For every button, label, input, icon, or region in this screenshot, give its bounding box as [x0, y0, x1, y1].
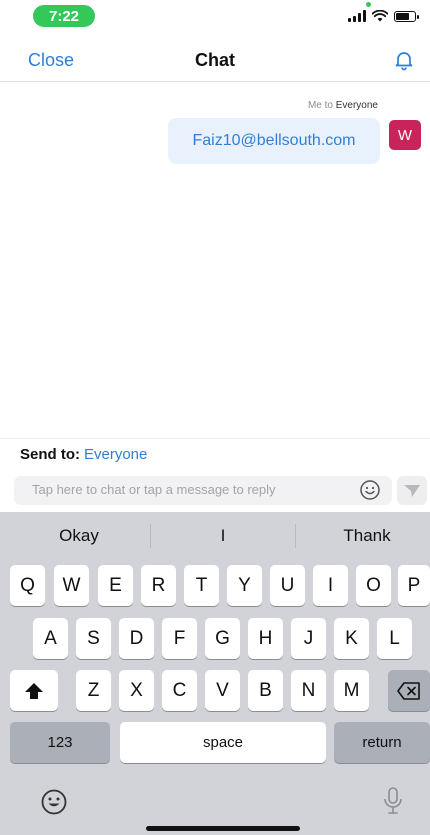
delete-key[interactable] — [388, 670, 430, 711]
key-d[interactable]: D — [119, 618, 154, 659]
send-to-label: Send to: — [20, 446, 80, 463]
message-meta: Me to Everyone — [308, 100, 378, 111]
key-s[interactable]: S — [76, 618, 111, 659]
suggestion-divider — [295, 524, 296, 548]
key-m[interactable]: M — [334, 670, 369, 711]
suggestion-thank[interactable]: Thank — [302, 526, 430, 546]
page-title: Chat — [195, 50, 235, 70]
status-bar: 7:22 — [0, 0, 430, 34]
avatar: W — [389, 120, 421, 150]
composer: Send to: Everyone Tap here to chat or tap… — [0, 438, 430, 512]
status-time: 7:22 — [33, 5, 95, 27]
cellular-signal-icon — [348, 10, 366, 22]
send-to-row: Send to: Everyone — [20, 446, 147, 463]
smiley-icon[interactable] — [359, 479, 381, 501]
shift-icon — [25, 682, 43, 699]
numbers-key[interactable]: 123 — [10, 722, 110, 763]
delete-icon — [397, 681, 420, 700]
key-v[interactable]: V — [205, 670, 240, 711]
send-arrow-icon — [404, 484, 420, 497]
key-i[interactable]: I — [313, 565, 348, 606]
key-g[interactable]: G — [205, 618, 240, 659]
key-f[interactable]: F — [162, 618, 197, 659]
key-c[interactable]: C — [162, 670, 197, 711]
key-y[interactable]: Y — [227, 565, 262, 606]
key-a[interactable]: A — [33, 618, 68, 659]
key-b[interactable]: B — [248, 670, 283, 711]
wifi-icon — [372, 10, 388, 22]
message-bubble[interactable]: Faiz10@bellsouth.com — [168, 118, 380, 164]
message-recipient: Everyone — [335, 100, 378, 111]
message-list[interactable]: Me to Everyone Faiz10@bellsouth.com W — [0, 83, 430, 438]
key-x[interactable]: X — [119, 670, 154, 711]
suggestion-divider — [150, 524, 151, 548]
send-to-target[interactable]: Everyone — [84, 446, 147, 463]
key-u[interactable]: U — [270, 565, 305, 606]
key-w[interactable]: W — [54, 565, 89, 606]
home-indicator[interactable] — [146, 826, 300, 831]
shift-key[interactable] — [10, 670, 58, 711]
battery-icon — [394, 10, 419, 22]
key-o[interactable]: O — [356, 565, 391, 606]
status-icons — [348, 10, 419, 22]
key-k[interactable]: K — [334, 618, 369, 659]
bell-icon[interactable] — [392, 48, 416, 72]
key-q[interactable]: Q — [10, 565, 45, 606]
emoji-icon[interactable] — [40, 788, 68, 816]
return-key[interactable]: return — [334, 722, 430, 763]
keyboard: Okay I Thank Q W E R T Y U I O P A S D F… — [0, 512, 430, 835]
key-r[interactable]: R — [141, 565, 176, 606]
space-key[interactable]: space — [120, 722, 326, 763]
key-j[interactable]: J — [291, 618, 326, 659]
message-sender: Me to — [307, 100, 333, 111]
key-n[interactable]: N — [291, 670, 326, 711]
suggestion-i[interactable]: I — [158, 526, 288, 546]
key-l[interactable]: L — [377, 618, 412, 659]
microphone-icon[interactable] — [382, 786, 404, 816]
suggestion-okay[interactable]: Okay — [14, 526, 144, 546]
nav-bar: Close Chat — [0, 40, 430, 82]
send-button[interactable] — [397, 476, 427, 505]
key-h[interactable]: H — [248, 618, 283, 659]
privacy-indicator-dot — [366, 2, 371, 7]
key-t[interactable]: T — [184, 565, 219, 606]
chat-input-placeholder: Tap here to chat or tap a message to rep… — [32, 482, 276, 497]
suggestion-bar: Okay I Thank — [0, 512, 430, 560]
key-z[interactable]: Z — [76, 670, 111, 711]
key-p[interactable]: P — [398, 565, 430, 606]
key-e[interactable]: E — [98, 565, 133, 606]
